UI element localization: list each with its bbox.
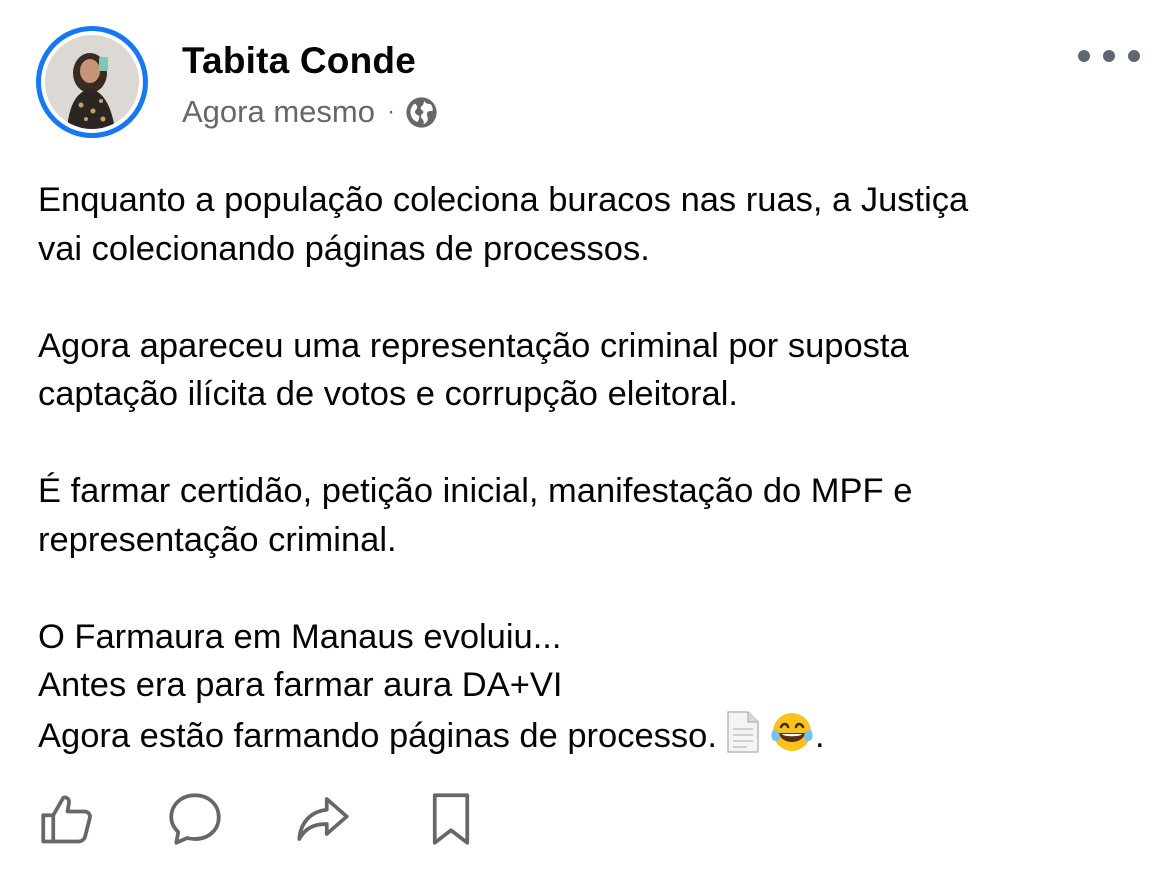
- post-line: representação criminal.: [38, 520, 397, 559]
- save-button[interactable]: [420, 788, 482, 850]
- comment-button[interactable]: [164, 788, 226, 850]
- post-line-end: .: [814, 716, 825, 755]
- globe-icon[interactable]: [405, 96, 438, 129]
- more-horizontal-icon[interactable]: [1078, 42, 1140, 70]
- more-dot: [1128, 50, 1140, 62]
- post-author-name[interactable]: Tabita Conde: [182, 40, 416, 82]
- like-button[interactable]: [36, 788, 98, 850]
- post-line-with-emoji: Agora estão farmando páginas de processo…: [38, 710, 1148, 761]
- post-line: captação ilícita de votos e corrupção el…: [38, 375, 738, 413]
- post-line: Enquanto a população coleciona buracos n…: [38, 181, 969, 219]
- post-paragraph: Enquanto a população coleciona buracos n…: [38, 176, 1148, 273]
- post-line: Agora apareceu uma representação crimina…: [38, 326, 909, 365]
- post-line: O Farmaura em Manaus evoluiu...: [38, 617, 562, 656]
- profile-avatar-ring[interactable]: [36, 26, 148, 138]
- more-dot: [1103, 50, 1115, 62]
- share-arrow-icon: [297, 797, 349, 841]
- post-line: Antes era para farmar aura DA+VI: [38, 666, 563, 704]
- post-paragraph: Agora apareceu uma representação crimina…: [38, 322, 1148, 419]
- post-paragraph: O Farmaura em Manaus evoluiu... Antes er…: [38, 613, 1148, 761]
- comment-bubble-icon: [169, 793, 221, 845]
- more-dot: [1078, 50, 1090, 62]
- profile-avatar: [45, 35, 139, 129]
- thumbs-up-icon: [41, 795, 92, 844]
- bookmark-icon: [432, 793, 470, 845]
- tears-of-joy-emoji: [771, 712, 813, 751]
- post-line: vai colecionando páginas de processos.: [38, 229, 650, 268]
- post-line-text: Agora estão farmando páginas de processo…: [38, 716, 717, 755]
- page-facing-up-emoji: [727, 710, 759, 753]
- post-line: É farmar certidão, petição inicial, mani…: [38, 472, 913, 510]
- post-meta: Agora mesmo ·: [182, 93, 438, 131]
- post-paragraph: É farmar certidão, petição inicial, mani…: [38, 467, 1148, 564]
- post-text: Enquanto a população coleciona buracos n…: [38, 176, 1148, 760]
- share-button[interactable]: [292, 788, 354, 850]
- meta-separator: ·: [386, 98, 395, 125]
- post-timestamp[interactable]: Agora mesmo: [182, 94, 375, 130]
- post-actions: [36, 788, 482, 850]
